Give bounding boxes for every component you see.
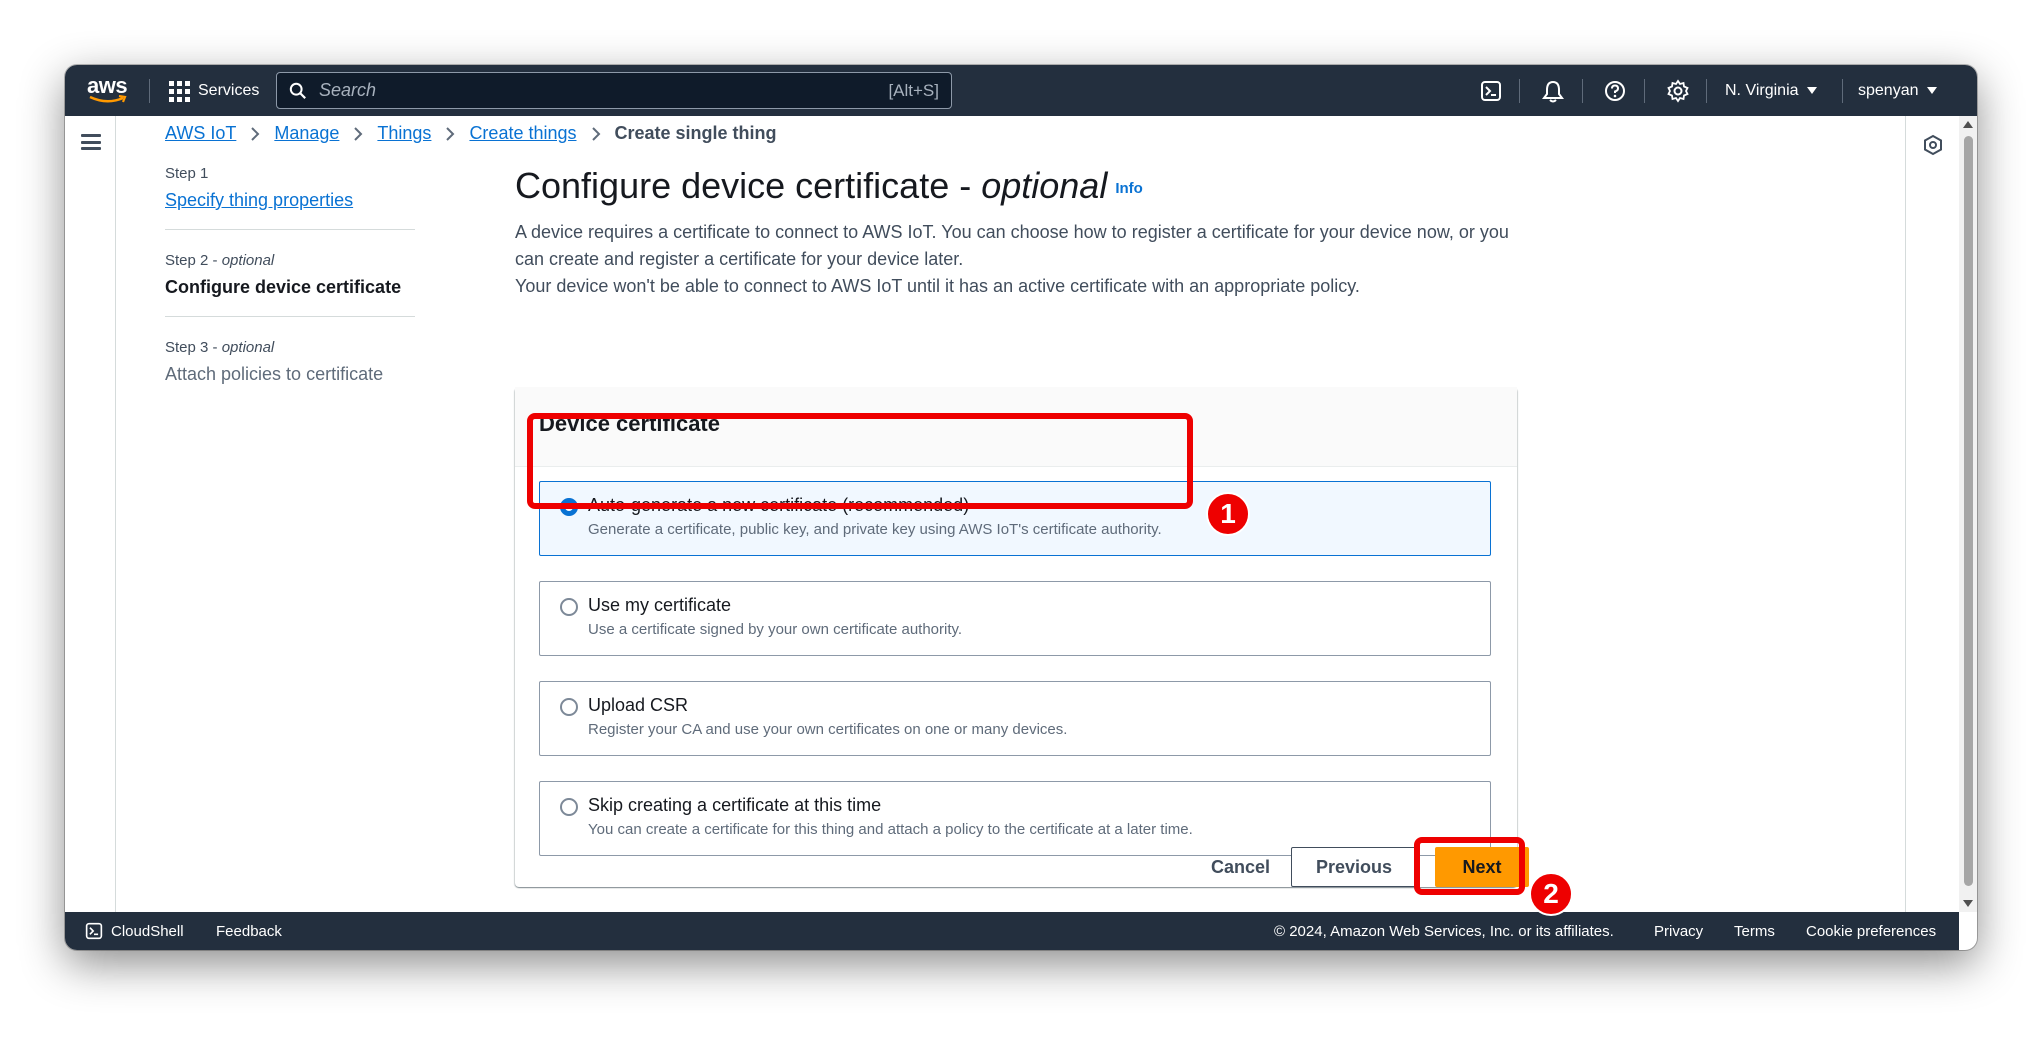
wizard-actions: Cancel Previous Next [515, 847, 1529, 891]
info-link[interactable]: Info [1115, 180, 1143, 197]
copyright-text: © 2024, Amazon Web Services, Inc. or its… [1274, 922, 1614, 940]
cloudshell-icon[interactable] [1478, 78, 1504, 104]
help-icon[interactable] [1602, 78, 1628, 104]
next-button[interactable]: Next [1435, 847, 1529, 887]
step-number: Step 1 [165, 165, 209, 182]
account-menu[interactable]: spenyan [1858, 65, 1937, 116]
step-number: Step 2 - optional [165, 252, 275, 269]
radio-button[interactable] [560, 498, 578, 516]
region-selector[interactable]: N. Virginia [1725, 65, 1817, 116]
top-navigation: aws Services [Alt+S] [65, 65, 1977, 116]
chevron-right-icon [251, 126, 260, 141]
breadcrumb-current: Create single thing [614, 123, 777, 143]
radio-button[interactable] [560, 598, 578, 616]
step-link-specify-thing-properties[interactable]: Specify thing properties [165, 190, 415, 211]
wizard-step-3: Step 3 - optional Attach policies to cer… [165, 339, 415, 403]
option-use-my-certificate[interactable]: Use my certificate Use a certificate sig… [539, 581, 1491, 656]
cookie-preferences-link[interactable]: Cookie preferences [1806, 912, 1936, 950]
breadcrumb-aws-iot[interactable]: AWS IoT [165, 123, 236, 144]
cloudshell-icon [85, 922, 103, 940]
left-navigation-rail [65, 116, 116, 912]
browser-window: aws Services [Alt+S] [65, 65, 1977, 950]
breadcrumb-manage[interactable]: Manage [274, 123, 339, 144]
grid-icon [169, 80, 190, 102]
step-title-current: Configure device certificate [165, 277, 402, 297]
option-upload-csr[interactable]: Upload CSR Register your CA and use your… [539, 681, 1491, 756]
device-certificate-panel: Device certificate Auto-generate a new c… [515, 387, 1517, 887]
gear-icon[interactable] [1665, 78, 1691, 104]
step-title-upcoming: Attach policies to certificate [165, 364, 384, 384]
caret-down-icon [1926, 87, 1937, 94]
annotation-badge-1: 1 [1206, 492, 1250, 536]
smile-icon [89, 95, 127, 103]
option-auto-generate[interactable]: Auto-generate a new certificate (recomme… [539, 481, 1491, 556]
nav-divider [1644, 79, 1645, 103]
previous-button[interactable]: Previous [1291, 847, 1417, 887]
page-title: Configure device certificate - optional I… [515, 165, 1143, 206]
search-icon [289, 82, 306, 99]
wizard-steps: Step 1 Specify thing properties Step 2 -… [165, 165, 415, 425]
cancel-button[interactable]: Cancel [1191, 847, 1290, 887]
feedback-link[interactable]: Feedback [216, 912, 282, 950]
annotation-badge-2: 2 [1529, 872, 1573, 916]
services-menu-button[interactable]: Services [169, 77, 259, 105]
wizard-step-2: Step 2 - optional Configure device certi… [165, 252, 415, 317]
step-number: Step 3 - optional [165, 339, 275, 356]
caret-down-icon [1806, 87, 1817, 94]
terms-link[interactable]: Terms [1734, 912, 1775, 950]
breadcrumb-create-things[interactable]: Create things [469, 123, 576, 144]
wizard-step-1: Step 1 Specify thing properties [165, 165, 415, 230]
radio-button[interactable] [560, 798, 578, 816]
panel-title: Device certificate [515, 387, 1517, 467]
page-description: A device requires a certificate to conne… [515, 222, 1509, 296]
chevron-right-icon [591, 126, 600, 141]
main-content: Configure device certificate - optional I… [515, 165, 1517, 887]
footer: CloudShell Feedback © 2024, Amazon Web S… [65, 912, 1959, 950]
nav-divider [149, 79, 150, 103]
search-box[interactable]: [Alt+S] [276, 72, 952, 109]
nav-divider [1519, 79, 1520, 103]
bell-icon[interactable] [1540, 78, 1566, 104]
tools-panel-icon[interactable] [1922, 134, 1944, 156]
privacy-link[interactable]: Privacy [1654, 912, 1703, 950]
breadcrumb: AWS IoT Manage Things Create things Crea… [165, 123, 777, 144]
search-shortcut: [Alt+S] [888, 80, 939, 100]
chevron-right-icon [446, 126, 455, 141]
aws-logo[interactable]: aws [87, 73, 129, 105]
vertical-scrollbar[interactable] [1959, 116, 1977, 912]
menu-icon[interactable] [81, 134, 101, 150]
radio-button[interactable] [560, 698, 578, 716]
search-input[interactable] [319, 80, 889, 101]
right-tools-rail [1905, 116, 1959, 912]
scroll-up-icon[interactable] [1963, 121, 1973, 128]
breadcrumb-things[interactable]: Things [377, 123, 431, 144]
chevron-right-icon [354, 126, 363, 141]
nav-divider [1842, 79, 1843, 103]
nav-divider [1706, 79, 1707, 103]
option-skip-certificate[interactable]: Skip creating a certificate at this time… [539, 781, 1491, 856]
cloudshell-link[interactable]: CloudShell [85, 912, 184, 950]
scroll-thumb[interactable] [1964, 136, 1973, 886]
nav-divider [1582, 79, 1583, 103]
scroll-down-icon[interactable] [1963, 900, 1973, 907]
